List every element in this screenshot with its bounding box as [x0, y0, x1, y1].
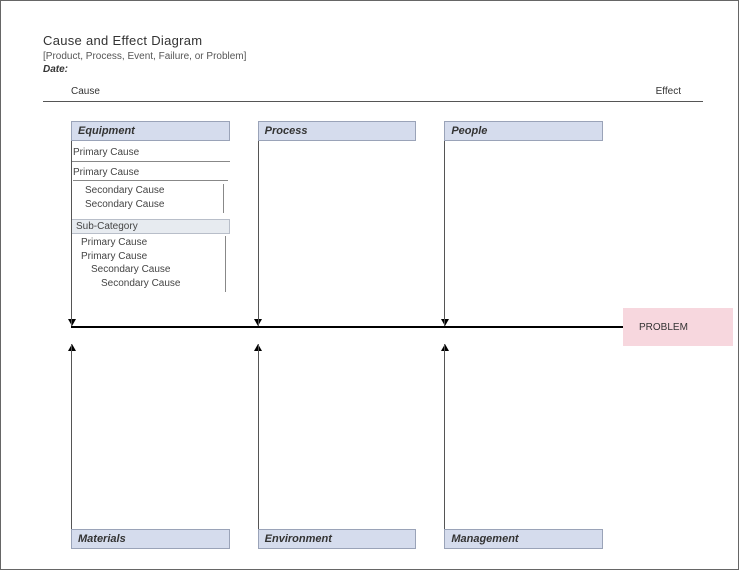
arrowhead-up-icon — [68, 344, 76, 351]
arrowhead-down-icon — [68, 319, 76, 326]
category-header-process: Process — [258, 121, 417, 141]
secondary-cause: Secondary Cause — [73, 184, 223, 198]
arrowhead-down-icon — [441, 319, 449, 326]
arrowhead-down-icon — [254, 319, 262, 326]
primary-cause: Primary Cause — [71, 145, 230, 162]
primary-cause: Primary Cause — [73, 167, 228, 181]
category-management: Management — [444, 354, 603, 549]
axis-rule — [43, 101, 703, 102]
primary-cause: Primary Cause — [71, 236, 225, 250]
secondary-group: Secondary Cause Secondary Cause — [73, 184, 224, 213]
category-people: People — [444, 121, 603, 316]
header: Cause and Effect Diagram [Product, Proce… — [43, 33, 246, 75]
spine-arrow — [71, 326, 699, 328]
sub-category-header: Sub-Category — [71, 219, 230, 234]
category-header-people: People — [444, 121, 603, 141]
page-title: Cause and Effect Diagram — [43, 33, 246, 48]
bottom-row: Materials Environment Management — [71, 354, 603, 549]
primary-cause: Primary Cause — [71, 250, 225, 264]
secondary-cause: Secondary Cause — [73, 198, 223, 212]
page-subtitle: [Product, Process, Event, Failure, or Pr… — [43, 51, 246, 62]
axis-labels: Cause Effect — [71, 86, 703, 97]
arrowhead-up-icon — [441, 344, 449, 351]
category-header-materials: Materials — [71, 529, 230, 549]
problem-label: PROBLEM — [639, 322, 688, 333]
secondary-cause: Secondary Cause — [71, 277, 225, 291]
category-materials: Materials — [71, 354, 230, 549]
category-process: Process — [258, 121, 417, 316]
cause-label: Cause — [71, 86, 100, 97]
arrowhead-up-icon — [254, 344, 262, 351]
date-label: Date: — [43, 64, 246, 75]
effect-label: Effect — [656, 86, 681, 97]
equipment-details: Primary Cause Primary Cause Secondary Ca… — [71, 145, 230, 292]
category-header-environment: Environment — [258, 529, 417, 549]
category-environment: Environment — [258, 354, 417, 549]
top-row: Equipment Primary Cause Primary Cause Se… — [71, 121, 603, 316]
category-header-management: Management — [444, 529, 603, 549]
subcat-content: Primary Cause Primary Cause Secondary Ca… — [71, 236, 226, 292]
category-equipment: Equipment Primary Cause Primary Cause Se… — [71, 121, 230, 316]
secondary-cause: Secondary Cause — [71, 263, 225, 277]
category-header-equipment: Equipment — [71, 121, 230, 141]
problem-box: PROBLEM — [623, 308, 733, 346]
fishbone-diagram: Equipment Primary Cause Primary Cause Se… — [71, 121, 703, 549]
